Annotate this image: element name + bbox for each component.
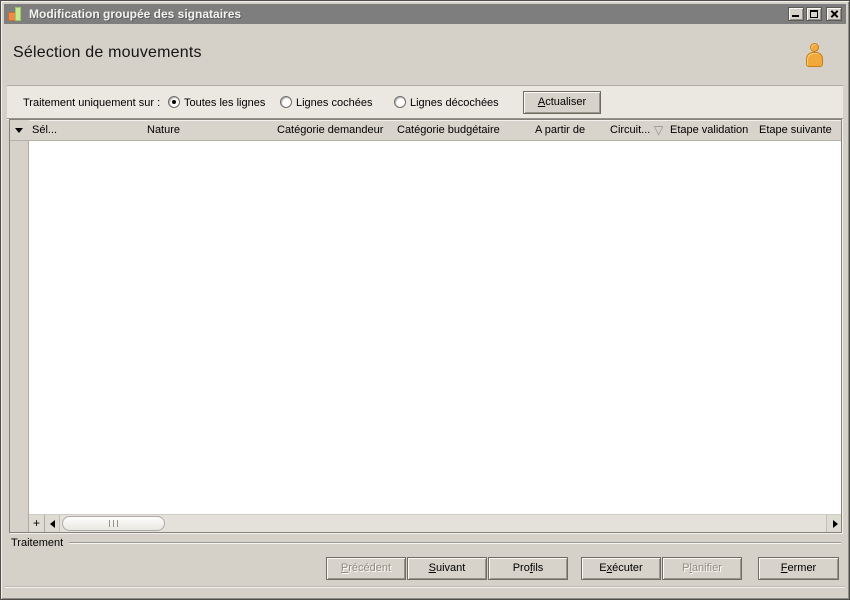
- column-header-circuit[interactable]: Circuit...: [610, 124, 650, 136]
- schedule-button[interactable]: Planifier: [662, 557, 742, 580]
- window-title: Modification groupée des signataires: [29, 7, 242, 21]
- radio-checked-lines-label[interactable]: Lignes cochées: [296, 97, 372, 109]
- maximize-button[interactable]: [806, 7, 822, 21]
- title-bar[interactable]: Modification groupée des signataires: [4, 4, 846, 24]
- radio-all-lines-label[interactable]: Toutes les lignes: [184, 97, 265, 109]
- table-header: Sél... Nature Catégorie demandeur Catégo…: [10, 120, 841, 141]
- column-header-nature[interactable]: Nature: [147, 124, 180, 136]
- close-dialog-button[interactable]: Fermer: [758, 557, 839, 580]
- maximize-icon: [810, 10, 818, 18]
- execute-button[interactable]: Exécuter: [581, 557, 661, 580]
- radio-unchecked-lines[interactable]: [394, 96, 406, 108]
- close-button[interactable]: [826, 7, 842, 21]
- scroll-right-button[interactable]: [826, 515, 841, 532]
- column-header-selection[interactable]: Sél...: [32, 124, 57, 136]
- previous-button[interactable]: Précédent: [326, 557, 406, 580]
- next-button[interactable]: Suivant: [407, 557, 487, 580]
- column-header-a-partir-de[interactable]: A partir de: [535, 124, 585, 136]
- window-controls: [786, 7, 842, 21]
- select-all-header-cell[interactable]: [10, 120, 29, 141]
- add-row-button[interactable]: +: [29, 515, 45, 532]
- scrollbar-thumb[interactable]: [62, 516, 165, 531]
- filter-icon[interactable]: ▽: [654, 123, 663, 137]
- column-header-categorie-budgetaire[interactable]: Catégorie budgétaire: [397, 124, 500, 136]
- treatment-group-label: Traitement: [11, 537, 64, 549]
- column-header-categorie-demandeur[interactable]: Catégorie demandeur: [277, 124, 383, 136]
- dropdown-arrow-icon: [15, 128, 23, 133]
- radio-unchecked-lines-label[interactable]: Lignes décochées: [410, 97, 499, 109]
- table-scroll-row: +: [29, 514, 841, 532]
- profiles-button[interactable]: Profils: [488, 557, 568, 580]
- column-header-etape-validation[interactable]: Etape validation: [670, 124, 748, 136]
- scroll-left-button[interactable]: [45, 515, 60, 532]
- filter-bar: Traitement uniquement sur : Toutes les l…: [7, 85, 843, 119]
- row-selector-gutter: [10, 120, 29, 532]
- page-title: Sélection de mouvements: [13, 44, 202, 61]
- horizontal-scrollbar[interactable]: [45, 515, 841, 532]
- filter-bar-label: Traitement uniquement sur :: [23, 97, 161, 109]
- radio-all-lines[interactable]: [168, 96, 180, 108]
- radio-checked-lines[interactable]: [280, 96, 292, 108]
- movements-table: Sél... Nature Catégorie demandeur Catégo…: [9, 119, 842, 533]
- column-header-etape-suivante[interactable]: Etape suivante: [759, 124, 832, 136]
- minimize-icon: [792, 15, 799, 17]
- bottom-divider: [5, 586, 845, 588]
- app-icon-green-bar: [15, 7, 21, 21]
- app-icon: [7, 6, 23, 22]
- scroll-left-icon: [50, 520, 55, 528]
- refresh-button[interactable]: Actualiser: [523, 91, 601, 114]
- treatment-group-line: [69, 542, 841, 544]
- minimize-button[interactable]: [788, 7, 804, 21]
- user-icon: [804, 43, 824, 69]
- dialog-window: Modification groupée des signataires Sél…: [0, 0, 850, 600]
- scroll-right-icon: [833, 520, 838, 528]
